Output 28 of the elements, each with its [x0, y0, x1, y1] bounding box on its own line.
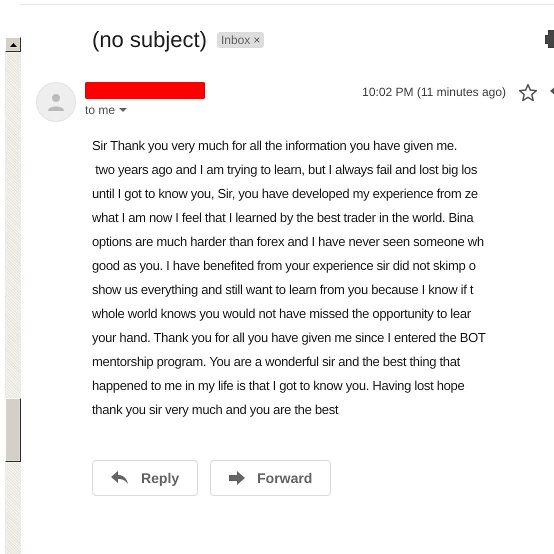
- up-arrow-icon: [10, 42, 16, 46]
- email-subject: (no subject): [92, 27, 207, 53]
- scroll-up-button[interactable]: [5, 37, 21, 52]
- remove-label-button[interactable]: ×: [253, 33, 260, 47]
- body-text-line: thank you sir very much and you are the best: [92, 401, 338, 419]
- forward-icon: [229, 471, 246, 485]
- forward-button[interactable]: Forward: [210, 460, 332, 496]
- body-text-line: show us everything and still want to learn from you because I know if t: [92, 281, 474, 299]
- star-icon[interactable]: [518, 83, 538, 103]
- body-text-line: Sir Thank you very much for all the information you have given me.: [92, 137, 458, 155]
- avatar: [36, 82, 76, 122]
- timestamp: 10:02 PM (11 minutes ago): [362, 85, 506, 101]
- scrollbar[interactable]: [5, 37, 21, 554]
- scroll-thumb[interactable]: [5, 398, 21, 462]
- body-text-line: good as you. I have benefited from your experience sir did not skimp o: [92, 257, 476, 275]
- body-text-line: your hand. Thank you for all you have given me since I entered the BOT: [92, 329, 486, 347]
- recipient-text: to me: [85, 103, 116, 117]
- body-text-line: two years ago and I am trying to learn, but I always fail and lost big los: [94, 161, 478, 179]
- caret-icon[interactable]: [119, 108, 128, 112]
- reply-button[interactable]: Reply: [92, 460, 198, 496]
- body-text-line: until I got to know you, Sir, you have developed my experience from ze: [92, 185, 478, 203]
- body-text-line: whole world knows you would not have missed the opportunity to lear: [92, 305, 471, 323]
- body-text-line: happened to me in my life is that I got to know you. Having lost hope: [92, 377, 464, 395]
- inbox-label: Inbox ×: [216, 32, 264, 48]
- reply-icon: [111, 471, 129, 485]
- body-text-line: options are much harder than forex and I have never seen someone wh: [92, 233, 484, 251]
- body-text-line: what I am now I feel that I learned by the best trader in the world. Bina: [92, 209, 474, 227]
- body-text-line: mentorship program. You are a wonderful sir and the best thing that: [92, 353, 460, 371]
